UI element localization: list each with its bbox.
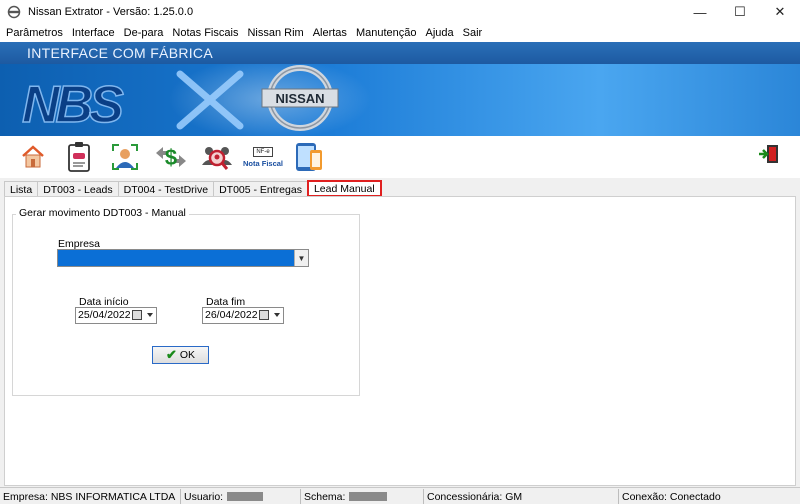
status-schema-group: Schema: bbox=[304, 490, 388, 503]
title-bar: Nissan Extrator - Versão: 1.25.0.0 — ☐ ✕ bbox=[0, 0, 800, 24]
status-usuario-group: Usuario: bbox=[184, 490, 264, 503]
status-conexao: Conexão: Conectado bbox=[622, 490, 721, 503]
ok-label: OK bbox=[179, 349, 196, 361]
menu-de-para[interactable]: De-para bbox=[124, 27, 164, 39]
ok-button[interactable]: ✔ OK bbox=[152, 346, 209, 364]
status-usuario: Usuario: bbox=[184, 490, 224, 503]
status-concessionaria: Concessionária: GM bbox=[427, 490, 523, 503]
nbs-logo: NBS bbox=[21, 75, 129, 135]
mobile-device-icon[interactable] bbox=[292, 140, 326, 174]
dropdown-arrow-icon[interactable] bbox=[147, 313, 153, 317]
redacted-schema bbox=[349, 492, 388, 501]
empresa-select-value bbox=[58, 252, 61, 264]
tab-dt005-entregas[interactable]: DT005 - Entregas bbox=[213, 181, 308, 197]
dropdown-arrow-icon[interactable] bbox=[274, 313, 280, 317]
redacted-user bbox=[227, 492, 264, 501]
menu-bar: Parâmetros Interface De-para Notas Fisca… bbox=[0, 24, 800, 42]
toolbar: $ NF-e Nota Fiscal bbox=[0, 136, 800, 178]
menu-parametros[interactable]: Parâmetros bbox=[6, 27, 63, 39]
calendar-icon[interactable] bbox=[132, 310, 142, 320]
x-cross-graphic bbox=[176, 70, 244, 130]
date-end-picker[interactable]: 26/04/2022 bbox=[202, 307, 284, 324]
nota-fiscal-icon[interactable]: NF-e Nota Fiscal bbox=[243, 140, 284, 174]
nissan-logo: NISSAN bbox=[261, 65, 339, 131]
tab-strip: Lista DT003 - Leads DT004 - TestDrive DT… bbox=[4, 180, 382, 197]
banner: NBS NISSAN bbox=[0, 64, 800, 136]
svg-text:NISSAN: NISSAN bbox=[275, 91, 324, 106]
menu-manutencao[interactable]: Manutenção bbox=[356, 27, 417, 39]
nissan-app-icon bbox=[6, 4, 22, 20]
clipboard-car-icon[interactable] bbox=[62, 140, 96, 174]
svg-text:$: $ bbox=[165, 145, 177, 170]
banner-title: INTERFACE COM FÁBRICA bbox=[27, 45, 213, 61]
chevron-down-icon[interactable]: ▼ bbox=[294, 250, 308, 266]
tab-lista[interactable]: Lista bbox=[4, 181, 39, 197]
close-button[interactable]: ✕ bbox=[760, 0, 800, 24]
status-bar: Empresa: NBS INFORMATICA LTDA Usuario: S… bbox=[0, 487, 800, 504]
nf-badge: NF-e bbox=[253, 146, 273, 157]
checkmark-icon: ✔ bbox=[165, 347, 177, 362]
banner-graphics: NBS NISSAN bbox=[21, 65, 339, 135]
banner-strip: INTERFACE COM FÁBRICA bbox=[0, 42, 800, 64]
money-transfer-icon[interactable]: $ bbox=[154, 140, 188, 174]
date-start-value: 25/04/2022 bbox=[78, 309, 131, 321]
menu-notas-fiscais[interactable]: Notas Fiscais bbox=[172, 27, 238, 39]
tab-dt004-testdrive[interactable]: DT004 - TestDrive bbox=[117, 181, 215, 197]
tab-lead-manual[interactable]: Lead Manual bbox=[306, 180, 382, 197]
menu-nissan-rim[interactable]: Nissan Rim bbox=[247, 27, 303, 39]
empresa-select[interactable]: ▼ bbox=[57, 249, 309, 267]
nota-fiscal-label: Nota Fiscal bbox=[243, 158, 284, 168]
home-icon[interactable] bbox=[16, 140, 50, 174]
tab-dt003-leads[interactable]: DT003 - Leads bbox=[37, 181, 119, 197]
minimize-button[interactable]: — bbox=[680, 0, 720, 24]
menu-ajuda[interactable]: Ajuda bbox=[425, 27, 453, 39]
svg-text:NBS: NBS bbox=[22, 76, 124, 134]
exit-door-icon[interactable] bbox=[758, 143, 780, 165]
menu-interface[interactable]: Interface bbox=[72, 27, 115, 39]
user-scan-icon[interactable] bbox=[108, 140, 142, 174]
group-title: Gerar movimento DDT003 - Manual bbox=[16, 207, 189, 219]
calendar-icon[interactable] bbox=[259, 310, 269, 320]
maximize-button[interactable]: ☐ bbox=[720, 0, 760, 24]
status-empresa: Empresa: NBS INFORMATICA LTDA bbox=[3, 490, 176, 503]
date-start-picker[interactable]: 25/04/2022 bbox=[75, 307, 157, 324]
status-schema: Schema: bbox=[304, 490, 346, 503]
date-end-value: 26/04/2022 bbox=[205, 309, 258, 321]
menu-alertas[interactable]: Alertas bbox=[313, 27, 347, 39]
window-title: Nissan Extrator - Versão: 1.25.0.0 bbox=[28, 6, 194, 18]
user-search-icon[interactable] bbox=[200, 140, 234, 174]
menu-sair[interactable]: Sair bbox=[463, 27, 483, 39]
